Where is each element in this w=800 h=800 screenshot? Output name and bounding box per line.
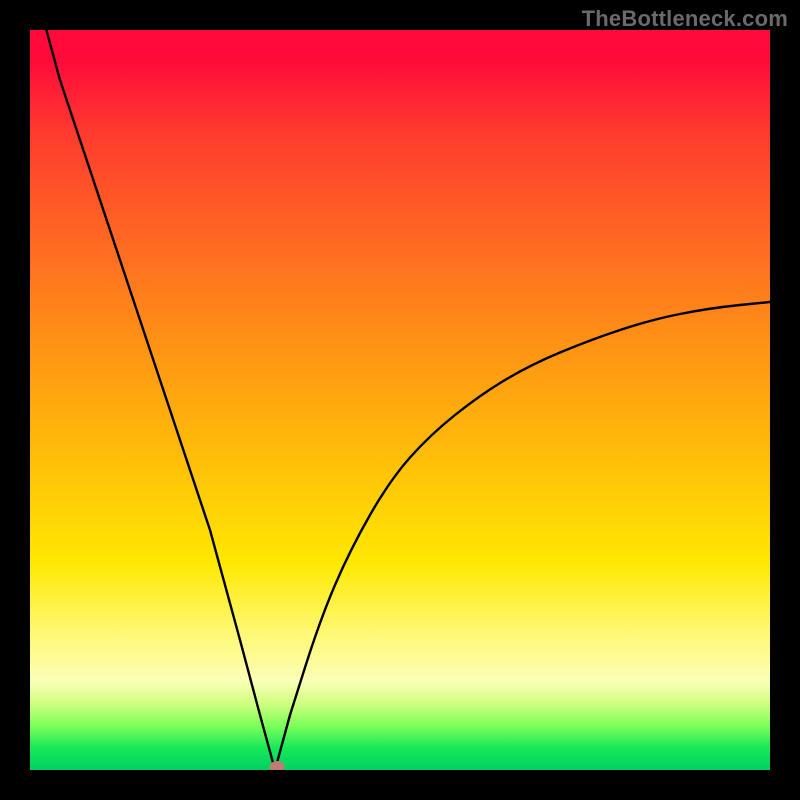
bottleneck-curve [30, 30, 770, 770]
curve-path [30, 30, 770, 770]
chart-plot-area [30, 30, 770, 770]
minimum-marker [270, 761, 285, 770]
watermark-text: TheBottleneck.com [582, 6, 788, 32]
